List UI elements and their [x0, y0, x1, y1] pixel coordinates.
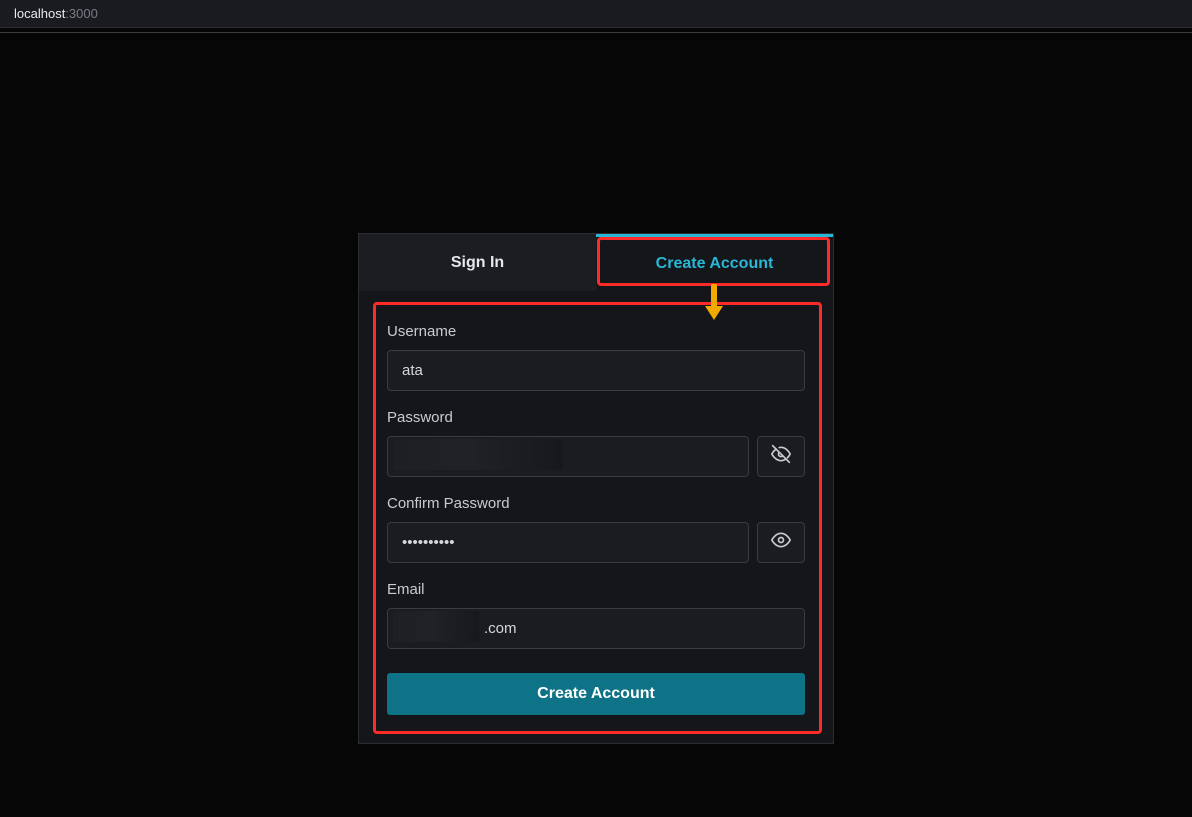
- email-label: Email: [387, 581, 805, 598]
- field-email: Email: [387, 581, 805, 649]
- stage: Sign In Create Account Username Password: [0, 33, 1192, 817]
- username-input[interactable]: [387, 350, 805, 391]
- field-username: Username: [387, 323, 805, 391]
- eye-off-icon: [771, 444, 791, 469]
- toggle-password-visibility[interactable]: [757, 436, 805, 477]
- address-host: localhost: [14, 6, 65, 21]
- toggle-confirm-visibility[interactable]: [757, 522, 805, 563]
- tab-create-label: Create Account: [656, 255, 774, 273]
- auth-card: Sign In Create Account Username Password: [358, 233, 834, 744]
- password-input[interactable]: [387, 436, 749, 477]
- create-account-button-label: Create Account: [537, 685, 655, 702]
- confirm-password-label: Confirm Password: [387, 495, 805, 512]
- create-account-button[interactable]: Create Account: [387, 673, 805, 715]
- address-port: :3000: [65, 6, 98, 21]
- field-password: Password: [387, 409, 805, 477]
- username-label: Username: [387, 323, 805, 340]
- eye-icon: [771, 530, 791, 555]
- address-bar[interactable]: localhost:3000: [0, 0, 1192, 28]
- email-input[interactable]: [387, 608, 805, 649]
- tab-signin-label: Sign In: [451, 254, 504, 272]
- auth-tabs: Sign In Create Account: [359, 234, 833, 291]
- password-label: Password: [387, 409, 805, 426]
- confirm-password-input[interactable]: [387, 522, 749, 563]
- tab-signin[interactable]: Sign In: [359, 234, 596, 291]
- tab-create-account[interactable]: Create Account: [596, 234, 833, 291]
- create-account-form: Username Password: [359, 291, 833, 743]
- field-confirm-password: Confirm Password: [387, 495, 805, 563]
